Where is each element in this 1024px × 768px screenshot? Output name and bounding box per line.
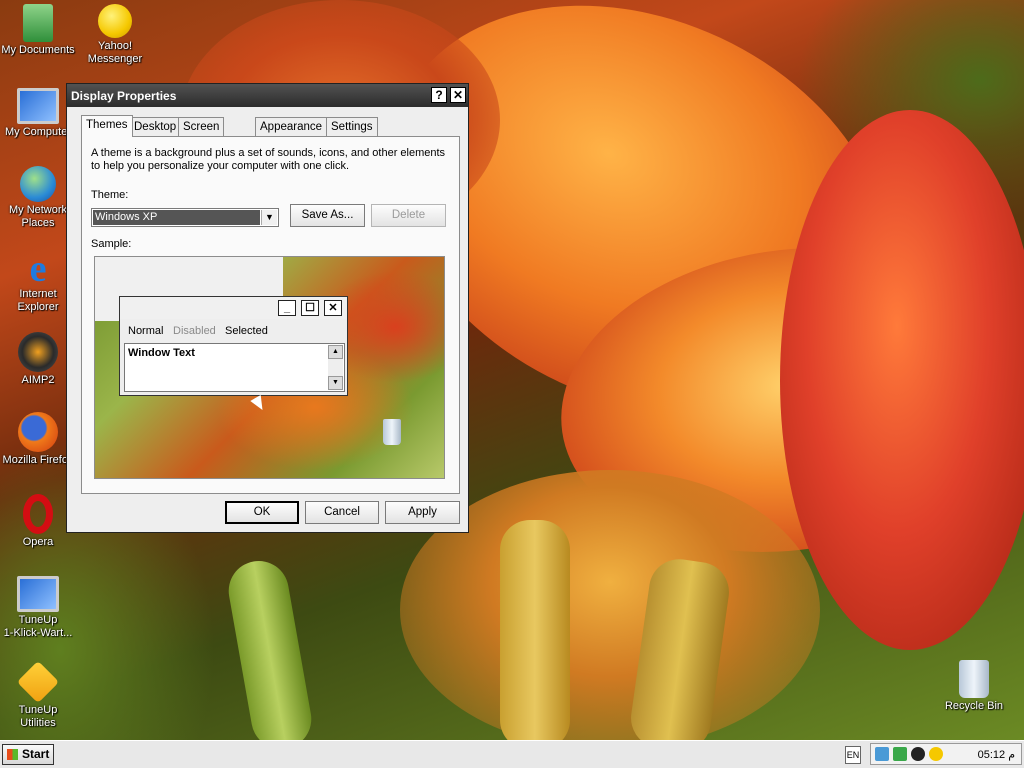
desktop-icon-label: Internet Explorer	[17, 288, 59, 313]
desktop-icon-label: My Documents	[1, 44, 75, 56]
maximize-icon: ☐	[301, 300, 319, 316]
start-label: Start	[22, 747, 50, 761]
system-tray: EN 05:12 م	[845, 743, 1022, 765]
desktop-icon-aimp2[interactable]: AIMP2	[0, 332, 76, 387]
sample-menu-selected: Selected	[225, 325, 268, 337]
scroll-down-icon: ▼	[328, 376, 343, 390]
desktop-icon-label: Recycle Bin	[944, 700, 1004, 712]
desktop-icon-mozilla-firefox[interactable]: Mozilla Firefox	[0, 412, 76, 467]
yahoo-smiley-icon	[98, 4, 132, 38]
desktop-icon-label: My Network Places	[8, 204, 68, 229]
sample-window: _ ☐ ✕ Normal Disabled Selected Window Te…	[119, 296, 348, 396]
yahoo-tray-icon[interactable]	[929, 747, 943, 761]
dialog-titlebar[interactable]: Display Properties ? ✕	[67, 84, 468, 107]
sample-window-titlebar: _ ☐ ✕	[120, 297, 347, 319]
desktop-icon-internet-explorer[interactable]: e Internet Explorer	[0, 248, 76, 314]
desktop-icon-label: AIMP2	[21, 374, 55, 386]
theme-sample-preview: _ ☐ ✕ Normal Disabled Selected Window Te…	[94, 256, 445, 479]
sample-recycle-bin-icon	[383, 419, 401, 445]
themes-panel: A theme is a background plus a set of so…	[81, 136, 460, 494]
internet-explorer-icon: e	[29, 248, 47, 290]
firefox-icon	[18, 412, 58, 452]
desktop-icon-yahoo-messenger[interactable]: Yahoo! Messenger	[77, 4, 153, 66]
dialog-title: Display Properties	[71, 89, 177, 103]
description-line-1: A theme is a background plus a set of so…	[91, 147, 446, 159]
description-line-2: to help you personalize your computer wi…	[91, 160, 350, 172]
opera-icon	[23, 494, 53, 534]
sample-scrollbar: ▲ ▼	[328, 345, 343, 390]
tab-settings[interactable]: Settings	[326, 117, 378, 136]
monitor-tray-icon[interactable]	[875, 747, 889, 761]
sample-menu-normal: Normal	[128, 325, 164, 337]
recycle-bin-icon	[959, 660, 989, 698]
display-properties-dialog: Display Properties ? ✕ Themes Desktop Sc…	[66, 83, 469, 533]
minimize-icon: _	[278, 300, 296, 316]
theme-dropdown[interactable]: Windows XP ▼	[91, 208, 279, 227]
network-globe-icon	[20, 166, 56, 202]
aimp-icon	[18, 332, 58, 372]
desktop-icon-tuneup-1-klick[interactable]: TuneUp 1-Klick-Wart...	[0, 576, 76, 640]
tab-screen-saver[interactable]: Screen Saver	[178, 117, 225, 152]
sample-label: Sample:	[91, 238, 132, 250]
tab-desktop[interactable]: Desktop	[129, 117, 182, 136]
ok-button[interactable]: OK	[225, 501, 299, 524]
start-button[interactable]: Start	[2, 744, 54, 765]
network-tray-icon[interactable]	[893, 747, 907, 761]
desktop-icon-tuneup-utilities[interactable]: TuneUp Utilities	[0, 660, 76, 730]
desktop-icon-label: My Computer	[4, 126, 72, 138]
desktop-icon-my-documents[interactable]: My Documents	[0, 4, 76, 57]
sample-menu-disabled: Disabled	[173, 325, 216, 337]
computer-icon	[17, 88, 59, 124]
scroll-up-icon: ▲	[328, 345, 343, 359]
sample-window-text-area: Window Text ▲ ▼	[124, 343, 345, 392]
tab-appearance[interactable]: Appearance	[255, 117, 328, 136]
save-as-button[interactable]: Save As...	[290, 204, 365, 227]
theme-selected-value: Windows XP	[93, 210, 260, 225]
desktop-icon-label: Mozilla Firefox	[2, 454, 74, 466]
help-button[interactable]: ?	[431, 87, 447, 103]
sample-window-text: Window Text	[128, 347, 195, 359]
close-button[interactable]: ✕	[450, 87, 466, 103]
clock[interactable]: 05:12 م	[978, 748, 1015, 761]
desktop-icon-label: Opera	[22, 536, 54, 548]
desktop-icon-label: TuneUp 1-Klick-Wart...	[3, 614, 73, 639]
cancel-button[interactable]: Cancel	[305, 501, 379, 524]
folder-icon	[23, 4, 53, 42]
windows-logo-icon	[7, 749, 18, 760]
tuneup-utilities-icon	[16, 660, 60, 704]
desktop-icon-label: TuneUp Utilities	[18, 704, 58, 729]
desktop-icon-recycle-bin[interactable]: Recycle Bin	[936, 660, 1012, 713]
tuneup-monitor-icon	[17, 576, 59, 612]
tab-themes[interactable]: Themes	[81, 115, 133, 137]
aimp-tray-icon[interactable]	[911, 747, 925, 761]
apply-button[interactable]: Apply	[385, 501, 460, 524]
theme-label: Theme:	[91, 189, 129, 201]
chevron-down-icon[interactable]: ▼	[261, 210, 277, 225]
close-icon: ✕	[324, 300, 342, 316]
desktop-icon-my-computer[interactable]: My Computer	[0, 88, 76, 139]
desktop-icon-label: Yahoo! Messenger	[87, 40, 143, 65]
desktop-icon-opera[interactable]: Opera	[0, 494, 76, 549]
language-indicator[interactable]: EN	[845, 746, 861, 764]
delete-button[interactable]: Delete	[371, 204, 446, 227]
taskbar: Start EN 05:12 م	[0, 740, 1024, 768]
desktop-icon-my-network-places[interactable]: My Network Places	[0, 166, 76, 230]
